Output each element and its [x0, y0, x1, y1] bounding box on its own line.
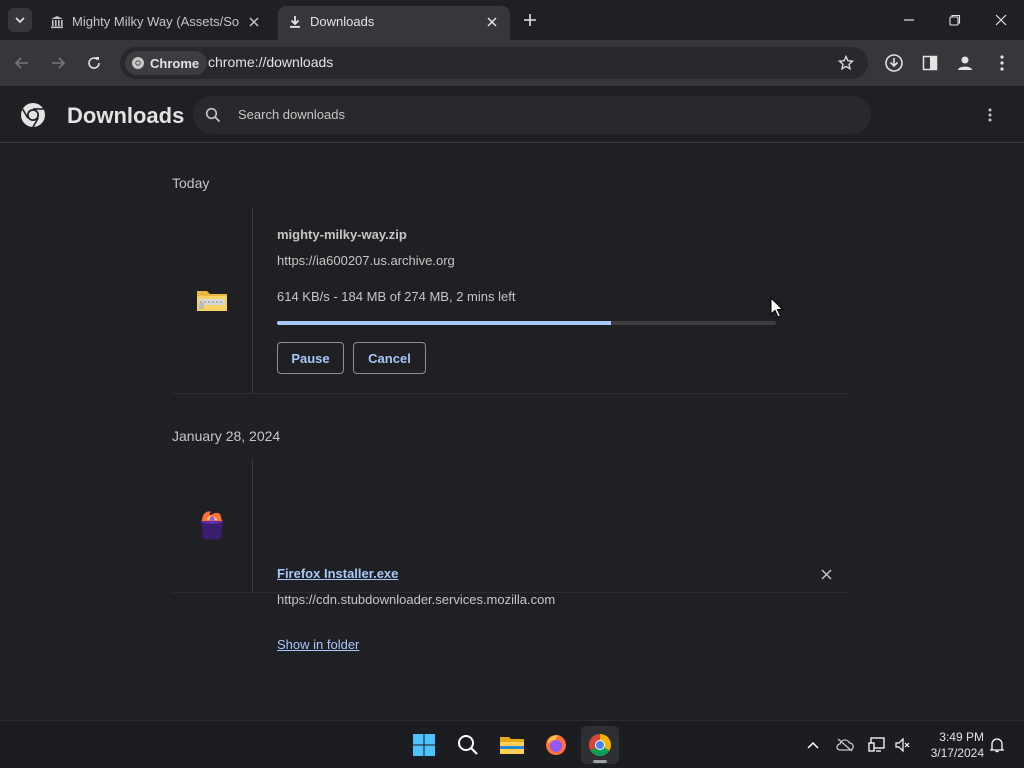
- chrome-logo-icon: [21, 103, 45, 128]
- chevron-down-icon: [15, 17, 25, 24]
- close-tab-icon[interactable]: [246, 14, 262, 30]
- restore-button[interactable]: [941, 8, 969, 32]
- search-icon: [458, 735, 478, 755]
- clock-date: 3/17/2024: [930, 746, 984, 760]
- volume-button[interactable]: [891, 734, 913, 756]
- running-indicator: [593, 760, 607, 763]
- file-url[interactable]: https://cdn.stubdownloader.services.mozi…: [277, 592, 555, 607]
- tab-search-button[interactable]: [8, 8, 32, 32]
- side-panel-icon: [922, 55, 938, 71]
- kebab-menu-icon: [988, 108, 992, 122]
- page-menu-button[interactable]: [980, 104, 1000, 126]
- close-icon: [820, 568, 832, 580]
- minimize-icon: [904, 19, 914, 21]
- show-hidden-icons-button[interactable]: [802, 734, 824, 756]
- divider: [252, 207, 253, 393]
- url-text[interactable]: chrome://downloads: [208, 54, 333, 70]
- file-name-link[interactable]: Firefox Installer.exe: [277, 566, 398, 581]
- profile-button[interactable]: [953, 51, 977, 75]
- tab-title: Downloads: [310, 14, 375, 29]
- new-tab-button[interactable]: [520, 10, 540, 30]
- windows-taskbar: 3:49 PM 3/17/2024: [0, 720, 1024, 768]
- kebab-menu-icon: [1000, 55, 1004, 71]
- download-circle-icon: [885, 54, 903, 72]
- show-in-folder-link[interactable]: Show in folder: [277, 637, 359, 652]
- chrome-menu-button[interactable]: [990, 51, 1014, 75]
- address-bar[interactable]: Chrome chrome://downloads: [120, 47, 868, 79]
- cancel-button[interactable]: Cancel: [353, 342, 426, 374]
- arrow-left-icon: [14, 57, 28, 69]
- zip-folder-icon: [197, 291, 227, 311]
- page-header: Downloads Search downloads: [0, 86, 1024, 143]
- back-button[interactable]: [10, 51, 34, 75]
- forward-button[interactable]: [46, 51, 70, 75]
- tab-mighty-milky-way[interactable]: Mighty Milky Way (Assets/Soun: [40, 6, 272, 40]
- notifications-button[interactable]: [986, 734, 1008, 756]
- file-name: mighty-milky-way.zip: [277, 227, 407, 242]
- tab-title: Mighty Milky Way (Assets/Soun: [72, 14, 240, 29]
- reload-icon: [88, 57, 100, 69]
- network-button[interactable]: [866, 734, 888, 756]
- download-item: Firefox Installer.exe https://cdn.stubdo…: [172, 460, 850, 652]
- museum-icon: [50, 15, 64, 32]
- firefox-installer-icon: [201, 511, 223, 540]
- side-panel-button[interactable]: [918, 51, 942, 75]
- divider: [252, 460, 253, 592]
- clock-time: 3:49 PM: [939, 730, 984, 744]
- download-progress-bar: [277, 321, 776, 325]
- volume-muted-icon: [895, 737, 910, 753]
- file-explorer-icon: [500, 737, 524, 754]
- remove-item-button[interactable]: [818, 566, 834, 582]
- mouse-cursor-icon: [770, 297, 784, 318]
- close-icon: [995, 14, 1007, 26]
- chevron-up-icon: [807, 741, 819, 749]
- site-info-chip[interactable]: Chrome: [125, 51, 208, 75]
- search-icon: [205, 107, 221, 123]
- chrome-icon: [132, 57, 144, 69]
- network-icon: [868, 737, 885, 752]
- tab-downloads[interactable]: Downloads: [278, 6, 510, 40]
- search-placeholder: Search downloads: [238, 107, 345, 122]
- bell-icon: [990, 738, 1004, 753]
- firefox-icon: [546, 735, 566, 755]
- download-status: 614 KB/s - 184 MB of 274 MB, 2 mins left: [277, 289, 516, 304]
- profile-icon: [958, 56, 972, 70]
- cloud-offline-icon: [836, 738, 854, 752]
- chip-label: Chrome: [150, 55, 200, 71]
- downloads-toolbar-button[interactable]: [882, 51, 906, 75]
- taskbar-search-button[interactable]: [449, 726, 487, 764]
- bookmark-star-icon[interactable]: [836, 53, 856, 73]
- download-item: mighty-milky-way.zip https://ia600207.us…: [172, 207, 850, 394]
- tab-strip: Mighty Milky Way (Assets/Soun Downloads: [0, 0, 1024, 40]
- search-downloads-field[interactable]: Search downloads: [193, 96, 871, 134]
- separator: [172, 592, 850, 593]
- pause-button[interactable]: Pause: [277, 342, 344, 374]
- browser-toolbar: Chrome chrome://downloads: [0, 40, 1024, 86]
- plus-icon: [524, 14, 536, 26]
- file-explorer-button[interactable]: [493, 726, 531, 764]
- date-header: Today: [172, 175, 210, 191]
- arrow-right-icon: [52, 57, 66, 69]
- minimize-button[interactable]: [895, 8, 923, 32]
- download-icon: [288, 15, 302, 32]
- start-button[interactable]: [405, 726, 443, 764]
- firefox-taskbar-button[interactable]: [537, 726, 575, 764]
- page-title: Downloads: [67, 103, 185, 128]
- close-tab-icon[interactable]: [484, 14, 500, 30]
- onedrive-button[interactable]: [834, 734, 856, 756]
- windows-start-icon: [413, 734, 435, 756]
- progress-fill: [277, 321, 612, 325]
- chrome-icon: [589, 734, 611, 756]
- downloads-page: Downloads Search downloads Today mighty-…: [0, 86, 1024, 720]
- date-header: January 28, 2024: [172, 428, 281, 444]
- reload-button[interactable]: [82, 51, 106, 75]
- file-url[interactable]: https://ia600207.us.archive.org: [277, 253, 455, 268]
- system-clock[interactable]: 3:49 PM 3/17/2024: [918, 729, 984, 761]
- restore-icon: [949, 14, 961, 26]
- chrome-taskbar-button[interactable]: [581, 726, 619, 764]
- separator: [172, 393, 850, 394]
- close-window-button[interactable]: [987, 8, 1015, 32]
